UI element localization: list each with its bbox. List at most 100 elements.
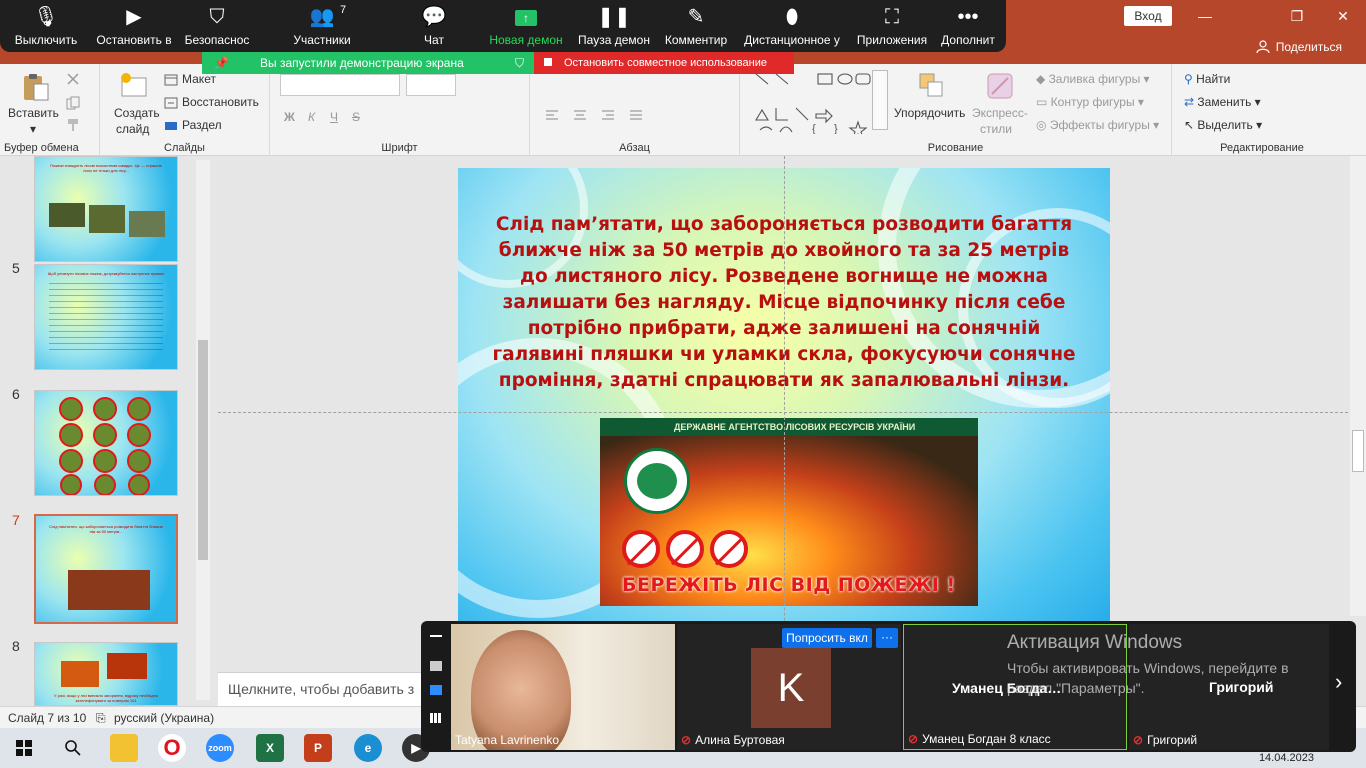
slides-scroll-thumb[interactable] <box>198 340 208 560</box>
format-painter-icon[interactable] <box>66 118 80 132</box>
close-button[interactable]: ✕ <box>1320 0 1366 32</box>
shape-fill-button[interactable]: ◆ Заливка фигуры ▾ <box>1036 72 1150 86</box>
mute-button[interactable]: 🎙 Выключить <box>6 0 86 52</box>
search-icon[interactable] <box>64 739 82 757</box>
find-button[interactable]: ⚲ Найти <box>1184 72 1230 86</box>
shape-outline-button[interactable]: ▭ Контур фигуры ▾ <box>1036 95 1144 109</box>
tile-more-button[interactable]: ··· <box>876 628 898 648</box>
align-icons[interactable] <box>544 108 664 124</box>
editor-scroll-thumb[interactable] <box>1352 430 1364 472</box>
replace-button[interactable]: ⇄ Заменить ▾ <box>1184 95 1261 109</box>
login-button[interactable]: Вход <box>1124 6 1172 26</box>
slides-scrollbar[interactable] <box>196 160 210 700</box>
stop-share-button[interactable]: Остановить совместное использование <box>534 52 794 74</box>
windows-start-icon[interactable] <box>16 740 32 756</box>
drawing-label: Рисование <box>927 142 984 154</box>
ribbon: Вставить ▾ Буфер обмена Создать слайд Ма… <box>0 64 1366 156</box>
edge-icon[interactable]: e <box>354 734 382 762</box>
cut-icon[interactable] <box>66 72 80 86</box>
new-share-button[interactable]: ↑ Новая демон <box>484 0 568 52</box>
annotate-button[interactable]: ✎ Комментир <box>660 0 732 52</box>
shapes-gallery[interactable]: {} <box>752 70 888 134</box>
layout-button[interactable]: Макет <box>182 72 216 86</box>
slide-thumbnail-6[interactable] <box>34 390 178 496</box>
pin-icon: 📌 <box>214 56 229 70</box>
minimize-strip-icon[interactable] <box>430 635 442 645</box>
share-button[interactable]: Поделиться <box>1256 40 1342 54</box>
video-strip-controls <box>421 621 451 752</box>
thumbnail-text: У разі, якщо у лісі виникло загоряння, в… <box>53 693 159 703</box>
new-slide-button[interactable]: Создать <box>114 106 160 120</box>
pause-share-button[interactable]: ❚❚ Пауза демон <box>574 0 654 52</box>
fire-poster: ДЕРЖАВНЕ АГЕНТСТВО ЛІСОВИХ РЕСУРСІВ УКРА… <box>600 418 978 606</box>
quick-styles-button-line2[interactable]: стили <box>980 122 1012 136</box>
slide-number: 6 <box>12 386 20 402</box>
select-label: Выделить <box>1197 118 1253 132</box>
font-name-select[interactable] <box>280 74 400 96</box>
drawing-group: {} Упорядочить Экспресс- стили ◆ Заливка… <box>740 64 1172 156</box>
chat-label: Чат <box>424 33 444 47</box>
thumbnail-text: Пожежі знищують лісові екосистеми швидко… <box>50 163 162 173</box>
ask-unmute-button[interactable]: Попросить вкл <box>782 628 872 648</box>
slide-thumbnail-7[interactable]: Слід пам'ятати, що забороняється розводи… <box>34 514 178 624</box>
slide-thumbnail-8[interactable]: У разі, якщо у лісі виникло загоряння, в… <box>34 642 178 706</box>
select-button[interactable]: ↖ Выделить ▾ <box>1184 118 1262 132</box>
microphone-icon: 🎙 <box>33 6 59 28</box>
chat-button[interactable]: 💬 Чат <box>404 0 464 52</box>
underline-button[interactable]: Ч <box>330 110 338 124</box>
zoom-icon[interactable]: zoom <box>206 734 234 762</box>
find-label: Найти <box>1196 72 1231 86</box>
thumbnail-photo <box>107 653 147 679</box>
participant-tile-1[interactable]: Tatyana Lavrinenko <box>451 624 675 750</box>
video-button[interactable]: ▶ Остановить в <box>92 0 176 52</box>
font-size-select[interactable] <box>406 74 456 96</box>
share-screen-icon: ↑ <box>515 10 537 26</box>
restore-button[interactable]: ❐ <box>1274 0 1320 32</box>
mic-muted-icon: ⊘ <box>908 732 919 746</box>
minimize-button[interactable]: — <box>1182 0 1228 32</box>
remote-control-button[interactable]: ⬮ Дистанционное у <box>738 0 846 52</box>
security-button[interactable]: ⛉ Безопаснос <box>180 0 254 52</box>
slides-label: Слайды <box>164 142 205 154</box>
next-page-arrow[interactable]: › <box>1335 669 1342 695</box>
participant-name-row: ⊘ Алина Буртовая <box>681 733 785 747</box>
shape-fill-label: Заливка фигуры <box>1048 72 1141 86</box>
reset-button[interactable]: Восстановить <box>182 95 259 109</box>
shapes-scroll[interactable] <box>872 70 888 130</box>
powerpoint-icon[interactable]: P <box>304 734 332 762</box>
participants-button[interactable]: 👥 7 Участники <box>282 0 362 52</box>
quick-styles-button[interactable]: Экспресс- <box>972 106 1028 120</box>
editor-scrollbar[interactable] <box>1350 156 1366 616</box>
shape-effects-button[interactable]: ◎ Эффекты фигуры ▾ <box>1036 118 1159 132</box>
new-slide-button-line2[interactable]: слайд <box>116 122 149 136</box>
slide-thumbnail-5[interactable]: Щоб уникнути лісових пожеж, дотримуйтеся… <box>34 264 178 370</box>
paste-dropdown-icon[interactable]: ▾ <box>30 122 36 136</box>
strip-view-icon[interactable] <box>430 685 442 695</box>
reset-icon <box>164 97 178 109</box>
select-icon: ↖ <box>1184 118 1195 132</box>
copy-icon[interactable] <box>66 96 80 110</box>
share-label: Поделиться <box>1275 40 1342 54</box>
language-indicator[interactable]: русский (Украина) <box>114 711 214 725</box>
more-button[interactable]: ••• Дополнит <box>936 0 1000 52</box>
gallery-view-icon[interactable] <box>430 661 442 671</box>
participant-name-row: ⊘ Уманец Богдан 8 класс <box>908 732 1051 746</box>
slide-thumbnail-4[interactable]: Пожежі знищують лісові екосистеми швидко… <box>34 156 178 262</box>
apps-button[interactable]: ⛶ Приложения <box>852 0 932 52</box>
notes-placeholder: Щелкните, чтобы добавить з <box>228 681 415 697</box>
excel-icon[interactable]: X <box>256 734 284 762</box>
more-label: Дополнит <box>941 33 995 47</box>
file-explorer-icon[interactable] <box>110 734 138 762</box>
arrange-button[interactable]: Упорядочить <box>894 106 965 120</box>
grid-view-icon[interactable] <box>430 713 442 723</box>
spellcheck-icon[interactable]: ⎘ <box>96 711 106 726</box>
paste-button[interactable]: Вставить <box>8 106 59 120</box>
participant-video <box>451 624 675 750</box>
strike-button[interactable]: S <box>352 110 360 124</box>
bold-button[interactable]: Ж <box>284 110 295 124</box>
font-label: Шрифт <box>381 142 418 154</box>
sharing-indicator: 📌 Вы запустили демонстрацию экрана ⛉ <box>202 52 534 74</box>
opera-icon[interactable]: O <box>158 734 186 762</box>
italic-button[interactable]: К <box>308 110 315 124</box>
section-button[interactable]: Раздел <box>182 118 222 132</box>
